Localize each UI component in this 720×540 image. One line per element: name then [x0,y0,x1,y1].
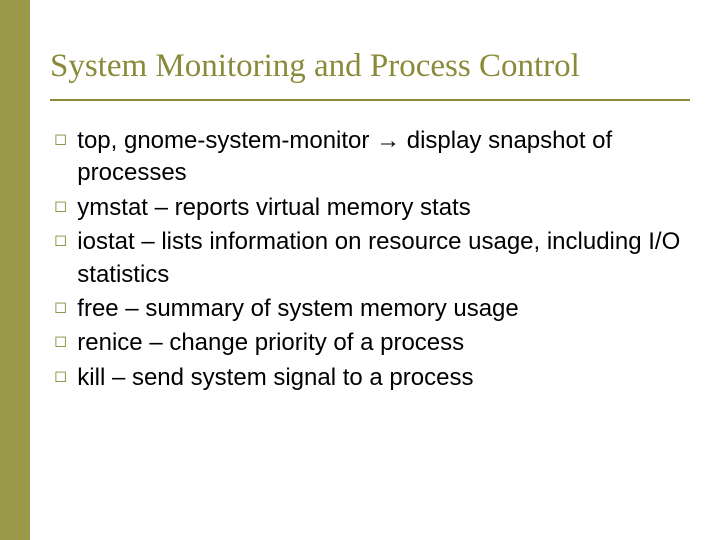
bullet-list: ◻ top, gnome-system-monitor → display sna… [50,125,690,394]
list-item: ◻ renice – change priority of a process [54,327,690,359]
bullet-text-pre: ymstat – reports virtual memory stats [77,194,470,221]
bullet-text: ymstat – reports virtual memory stats [77,192,470,224]
arrow-icon: → [376,127,400,154]
bullet-text: renice – change priority of a process [77,327,464,359]
bullet-text: top, gnome-system-monitor → display snap… [77,125,690,190]
list-item: ◻ top, gnome-system-monitor → display sna… [54,125,690,190]
bullet-text-pre: free – summary of system memory usage [77,295,518,322]
bullet-text-pre: top, gnome-system-monitor [77,127,376,154]
list-item: ◻ kill – send system signal to a process [54,362,690,394]
bullet-text-pre: iostat – lists information on resource u… [77,228,680,287]
bullet-icon: ◻ [54,199,67,215]
bullet-text: free – summary of system memory usage [77,293,518,325]
bullet-text-pre: kill – send system signal to a process [77,364,473,391]
bullet-icon: ◻ [54,334,67,350]
list-item: ◻ free – summary of system memory usage [54,293,690,325]
bullet-icon: ◻ [54,132,67,148]
bullet-icon: ◻ [54,300,67,316]
bullet-text-pre: renice – change priority of a process [77,329,464,356]
list-item: ◻ iostat – lists information on resource … [54,226,690,291]
bullet-text: iostat – lists information on resource u… [77,226,690,291]
slide-sidebar [0,0,30,540]
bullet-icon: ◻ [54,369,67,385]
bullet-text: kill – send system signal to a process [77,362,473,394]
slide-title: System Monitoring and Process Control [50,48,690,101]
bullet-icon: ◻ [54,233,67,249]
slide-content: System Monitoring and Process Control ◻ t… [30,0,720,396]
list-item: ◻ ymstat – reports virtual memory stats [54,192,690,224]
